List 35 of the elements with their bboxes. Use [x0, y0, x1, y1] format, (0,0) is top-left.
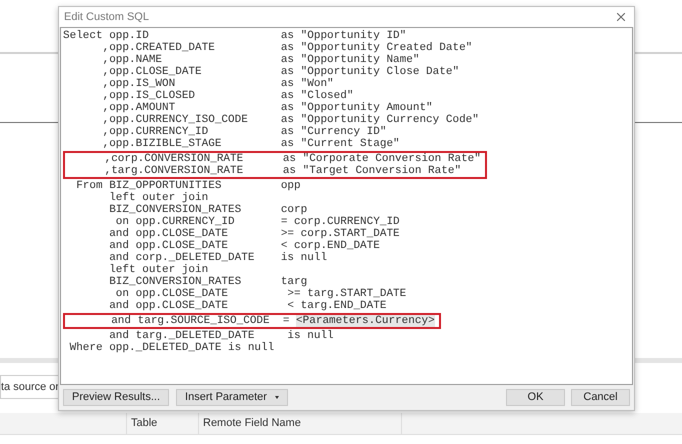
code-line: ,opp.IS_WON as "Won"	[102, 78, 334, 90]
code-line: and corp._DELETED_DATE is null	[108, 252, 328, 264]
close-icon[interactable]	[617, 13, 625, 21]
code-line: Where opp._DELETED_DATE is null	[68, 342, 274, 354]
dialog-button[interactable]: Cancel	[571, 389, 630, 406]
code-line: and opp.CLOSE_DATE >= corp.START_DATE	[108, 228, 400, 240]
code-line: and opp.CLOSE_DATE < targ.END_DATE	[108, 300, 386, 312]
dialog-title: Edit Custom SQL	[64, 10, 149, 25]
dropdown-button[interactable]: Insert Parameter	[176, 389, 288, 406]
code-line: left outer join	[108, 192, 208, 204]
dialog-button[interactable]: OK	[506, 389, 565, 406]
code-line: ,opp.CURRENCY_ID as "Currency ID"	[102, 126, 386, 138]
code-line: ,targ.CONVERSION_RATE as "Target Conversion Rate"	[104, 165, 462, 177]
caret-icon	[274, 396, 279, 399]
code-line: BIZ_CONVERSION_RATES targ	[108, 276, 308, 288]
code-line: Select opp.ID as "Opportunity ID"	[63, 30, 406, 42]
code-line: BIZ_CONVERSION_RATES corp	[108, 204, 308, 216]
code-line: ,corp.CONVERSION_RATE as "Corporate Conversion Rate"	[104, 153, 481, 165]
code-line: and targ.SOURCE_ISO_CODE = <Parameters.Currency>	[110, 315, 435, 327]
code-line: on opp.CLOSE_DATE >= targ.START_DATE	[114, 288, 406, 300]
code-line: From BIZ_OPPORTUNITIES opp	[75, 180, 301, 192]
code-line: ,opp.NAME as "Opportunity Name"	[102, 54, 420, 66]
column-header[interactable]: Table	[127, 413, 199, 434]
code-line: ,opp.CLOSE_DATE as "Opportunity Close Date"	[102, 66, 460, 78]
code-line: and opp.CLOSE_DATE < corp.END_DATE	[108, 240, 380, 252]
column-header[interactable]: Remote Field Name	[199, 413, 402, 434]
code-line: ,opp.CURRENCY_ISO_CODE as "Opportunity Currency Code"	[102, 114, 479, 126]
code-line: ,opp.IS_CLOSED as "Closed"	[102, 90, 354, 102]
code-line: ,opp.AMOUNT as "Opportunity Amount"	[102, 102, 433, 114]
code-line: on opp.CURRENCY_ID = corp.CURRENCY_ID	[114, 216, 400, 228]
code-line: and targ._DELETED_DATE is null	[108, 330, 334, 342]
code-line: ,opp.CREATED_DATE as "Opportunity Created Date"	[102, 42, 472, 54]
code-line: left outer join	[108, 264, 208, 276]
dialog-button[interactable]: Preview Results...	[63, 389, 170, 406]
code-line: ,opp.BIZIBLE_STAGE as "Current Stage"	[102, 138, 400, 150]
